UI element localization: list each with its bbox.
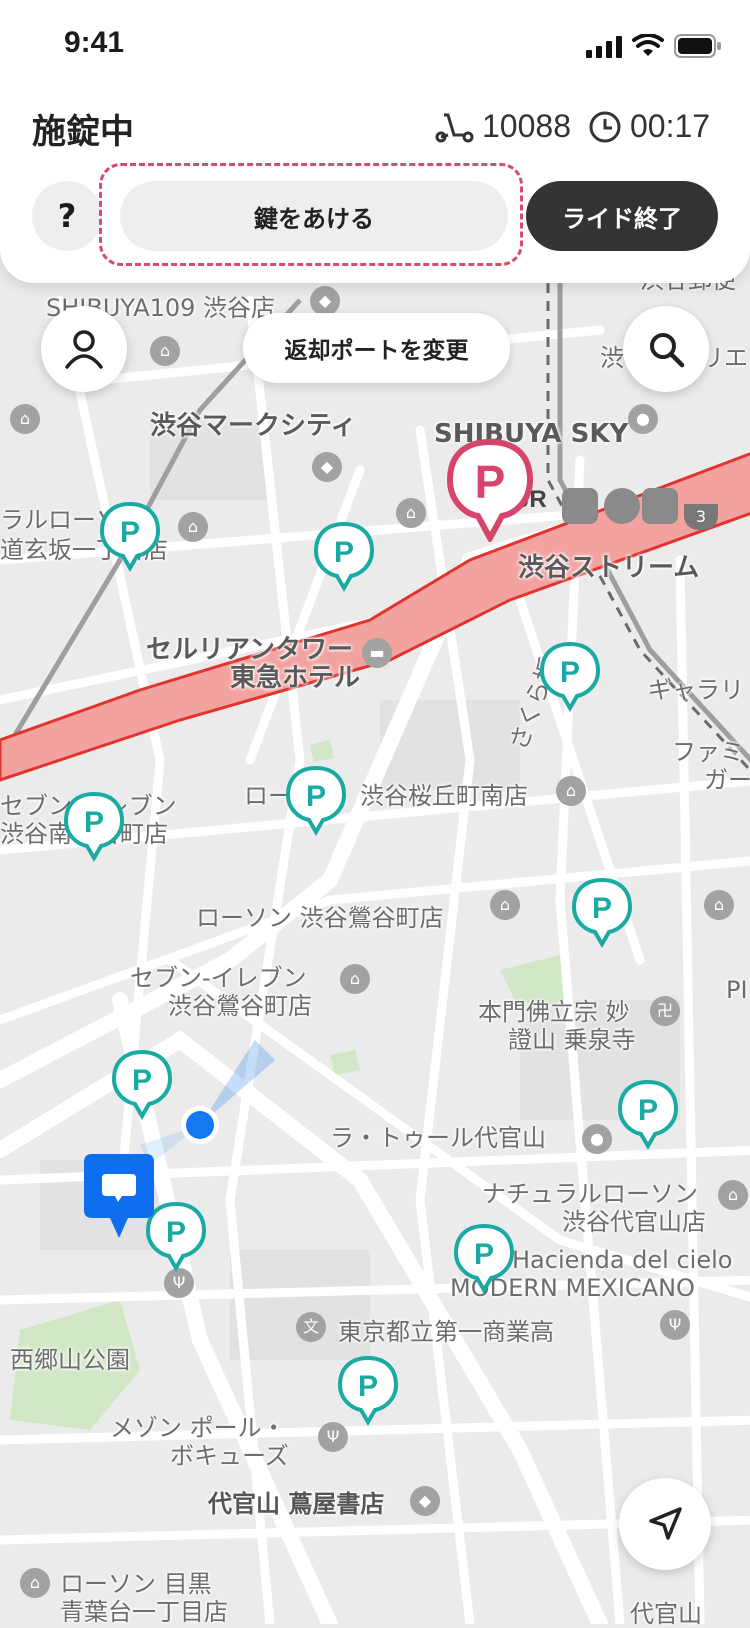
shop-icon: ⌂ <box>490 890 520 920</box>
map-label: 本門佛立宗 妙 <box>478 998 630 1026</box>
temple-icon: 卍 <box>650 996 680 1026</box>
map-label: 渋谷マークシティ <box>150 411 357 441</box>
map-label: 東急ホテル <box>230 663 361 693</box>
map-label: ラ・トゥール代官山 <box>330 1124 546 1152</box>
svg-text:P: P <box>120 516 140 549</box>
unlock-button[interactable]: 鍵をあける <box>120 181 508 251</box>
elapsed-time-display: 00:17 <box>588 108 710 145</box>
map-label: 渋谷鶯谷町店 <box>168 992 312 1020</box>
clock-icon <box>589 111 621 142</box>
wifi-icon <box>632 34 664 56</box>
map-label: メゾン ポール・ <box>110 1414 286 1442</box>
shop-icon: ⌂ <box>556 776 586 806</box>
parking-port-marker[interactable]: P <box>540 640 600 712</box>
parking-port-marker[interactable]: P <box>112 1048 172 1120</box>
svg-text:P: P <box>638 1094 658 1127</box>
change-return-port-button[interactable]: 返却ポートを変更 <box>243 313 510 383</box>
recenter-location-button[interactable] <box>619 1478 711 1570</box>
map-label: 代官山 蔦屋書店 <box>208 1490 385 1518</box>
scooter-icon <box>435 113 474 142</box>
selected-return-port-marker[interactable]: P <box>446 438 534 542</box>
search-button[interactable] <box>623 306 709 392</box>
ride-status-panel: 9:41 施錠中 10088 00:17 ? 鍵をあける ライド終了 <box>0 0 750 283</box>
shop-icon: ⌂ <box>178 512 208 542</box>
shop-icon: ⌂ <box>340 964 370 994</box>
vehicle-id: 10088 <box>482 108 571 144</box>
svg-text:P: P <box>132 1064 152 1097</box>
battery-icon <box>674 34 721 58</box>
landmark-icon: ● <box>628 404 658 434</box>
shopping-bag-icon: ◆ <box>312 452 342 482</box>
svg-text:P: P <box>475 456 506 508</box>
navigate-arrow-icon <box>649 1507 682 1540</box>
svg-text:P: P <box>358 1370 378 1403</box>
restaurant-icon: Ψ <box>318 1422 348 1452</box>
svg-text:P: P <box>166 1216 186 1249</box>
parking-port-marker[interactable]: P <box>618 1078 678 1150</box>
shop-icon: ⌂ <box>396 498 426 528</box>
map-label: Hacienda del cielo <box>512 1246 733 1274</box>
shopping-bag-icon: ◆ <box>310 286 340 316</box>
map-label: PI <box>726 976 748 1004</box>
railway-icon <box>642 488 678 524</box>
map-label: ロー <box>244 782 292 810</box>
parking-port-marker[interactable]: P <box>572 876 632 948</box>
map-label: ローソン 目黒 <box>60 1570 212 1598</box>
help-button[interactable]: ? <box>32 181 102 251</box>
svg-text:P: P <box>84 806 104 839</box>
profile-button[interactable] <box>41 306 127 392</box>
subway-icon <box>604 488 640 524</box>
map-label: 渋谷代官山店 <box>562 1208 706 1236</box>
route-badge: 3 <box>684 504 718 530</box>
place-pin-icon: ● <box>582 1124 612 1154</box>
shopping-bag-icon: ◆ <box>410 1486 440 1516</box>
person-icon <box>65 330 103 369</box>
map-label: 青葉台一丁目店 <box>60 1598 228 1626</box>
parking-port-marker[interactable]: P <box>314 520 374 592</box>
svg-text:P: P <box>474 1238 494 1271</box>
map-label: ボキューズ <box>170 1442 289 1470</box>
map-label: 證山 乗泉寺 <box>508 1026 636 1054</box>
shop-icon: ⌂ <box>704 890 734 920</box>
shop-icon: ⌂ <box>10 404 40 434</box>
map-label: ファミ <box>672 738 744 766</box>
shop-icon: ⌂ <box>20 1568 50 1598</box>
map-label: ギャラリ <box>648 676 744 704</box>
map-label: 渋谷ストリーム <box>518 553 700 583</box>
svg-text:P: P <box>592 892 612 925</box>
end-ride-button[interactable]: ライド終了 <box>526 181 718 251</box>
map-label: セブン-イレブン <box>130 964 307 992</box>
map-label: 渋谷桜丘町南店 <box>360 782 528 810</box>
map-label: 渋 <box>600 344 624 372</box>
vehicle-id-display: 10088 <box>434 108 571 145</box>
svg-text:P: P <box>334 536 354 569</box>
parking-port-marker[interactable]: P <box>286 764 346 836</box>
parking-port-marker[interactable]: P <box>338 1354 398 1426</box>
ride-state-title: 施錠中 <box>32 112 134 152</box>
shop-icon: ⌂ <box>718 1180 748 1210</box>
map-label: ガー <box>704 766 750 794</box>
shop-icon: ⌂ <box>150 336 180 366</box>
signal-icon <box>586 36 622 58</box>
vehicle-marker[interactable] <box>82 1152 156 1242</box>
restaurant-icon: Ψ <box>660 1310 690 1340</box>
parking-port-marker[interactable]: P <box>64 790 124 862</box>
svg-text:P: P <box>560 656 580 689</box>
hotel-icon: ▬ <box>362 638 392 668</box>
map-label: ローソン 渋谷鶯谷町店 <box>196 904 444 932</box>
train-icon <box>562 488 598 524</box>
search-icon <box>650 333 685 368</box>
svg-text:P: P <box>306 780 326 813</box>
map-label: ナチュラルローソン <box>482 1180 698 1208</box>
map-label: セルリアンタワー <box>146 635 353 665</box>
parking-port-marker[interactable]: P <box>454 1222 514 1294</box>
restaurant-icon: Ψ <box>164 1268 194 1298</box>
map-label: 西郷山公園 <box>10 1346 130 1374</box>
school-icon: 文 <box>296 1312 326 1342</box>
status-bar-time: 9:41 <box>64 26 125 59</box>
parking-port-marker[interactable]: P <box>100 500 160 572</box>
elapsed-time: 00:17 <box>630 108 711 144</box>
map-label: 東京都立第一商業高 <box>338 1318 554 1346</box>
